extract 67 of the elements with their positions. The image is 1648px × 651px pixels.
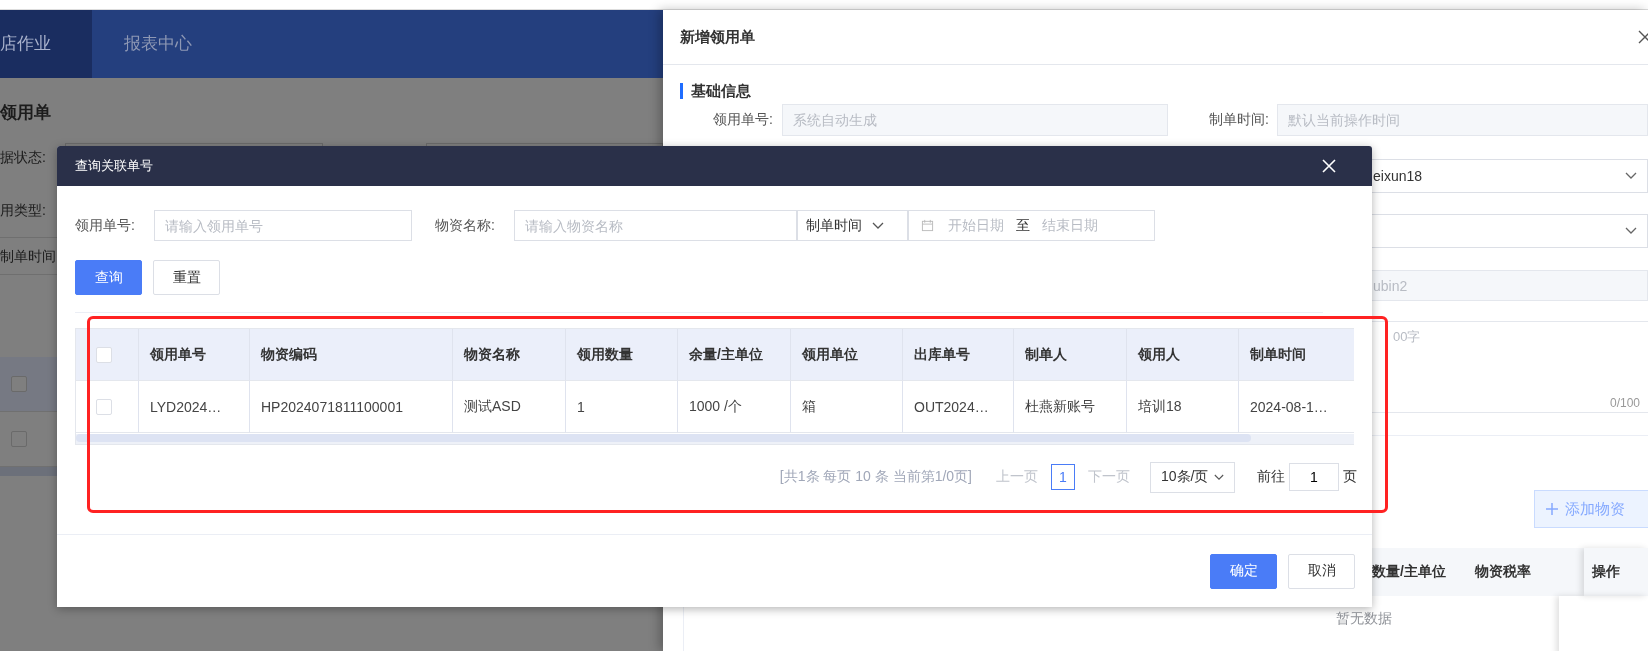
search-field[interactable]: 请输入领用单号: [154, 210, 412, 241]
field-label: 领用单号:: [712, 111, 773, 129]
select-all-checkbox[interactable]: [96, 346, 112, 363]
end-date-placeholder: 结束日期: [1042, 216, 1098, 235]
character-counter: 0/100: [1609, 396, 1640, 410]
action-button[interactable]: 取消: [1288, 553, 1355, 589]
calendar-icon: [921, 219, 934, 232]
date-type-select[interactable]: 制单时间: [797, 210, 908, 241]
date-range-field[interactable]: 开始日期 至 结束日期: [908, 210, 1155, 241]
row-checkbox[interactable]: [11, 376, 27, 392]
column-header: 领用单号: [150, 345, 206, 364]
page-size-select[interactable]: 10条/页: [1150, 461, 1235, 493]
add-item-button[interactable]: 添加物资: [1534, 490, 1648, 528]
range-separator: 至: [1016, 216, 1030, 235]
section-title: 基础信息: [680, 83, 751, 99]
table-cell: HP2024071811100001: [261, 398, 403, 415]
column-header: 物资名称: [464, 345, 520, 364]
nav-tab[interactable]: 店作业: [0, 10, 92, 78]
action-button[interactable]: 查询: [75, 260, 142, 295]
filter-label: 据状态:: [0, 148, 47, 167]
page-number[interactable]: 1: [1051, 464, 1075, 490]
placeholder-text: 00字: [1393, 328, 1421, 346]
nav-tab[interactable]: 报表中心: [92, 10, 224, 78]
table-cell: 测试ASD: [464, 397, 521, 416]
page-title: 领用单: [0, 102, 52, 124]
column-header: 领用数量: [577, 345, 633, 364]
table-cell: 杜燕新账号: [1025, 397, 1095, 416]
start-date-placeholder: 开始日期: [948, 216, 1004, 235]
chevron-down-icon: [872, 221, 884, 230]
field-label: 制单时间:: [1208, 111, 1269, 129]
filter-label: 制单时间: [0, 248, 56, 264]
action-button[interactable]: 重置: [153, 260, 220, 295]
drawer-title: 新增领用单: [680, 27, 755, 47]
table-cell: LYD2024…: [150, 398, 222, 415]
table-cell: OUT2024…: [914, 398, 989, 415]
column-header: 物资编码: [261, 345, 317, 364]
plus-icon: [1545, 502, 1559, 516]
column-header: 数量/主单位: [1372, 563, 1447, 581]
table-cell: 2024-08-1…: [1250, 398, 1328, 415]
filter-label: 物资名称:: [435, 216, 496, 235]
column-header: 制单人: [1025, 345, 1067, 364]
jump-label: 前往: [1257, 468, 1285, 486]
column-header: 操作: [1592, 563, 1620, 581]
column-header: 制单时间: [1250, 345, 1306, 364]
filter-label: 用类型:: [0, 201, 47, 220]
column-header: 出库单号: [914, 345, 970, 364]
column-header: 领用人: [1138, 345, 1180, 364]
column-header: 余量/主单位: [689, 345, 763, 364]
column-header: 物资税率: [1475, 563, 1532, 581]
horizontal-scrollbar[interactable]: [76, 434, 1354, 444]
pagination-summary: [共1条 每页 10 条 当前第1/0页]: [779, 468, 972, 486]
chevron-down-icon: [1214, 473, 1225, 481]
table-cell: 1000 /个: [689, 397, 742, 416]
table-cell: 箱: [802, 397, 816, 416]
chevron-down-icon: [1625, 227, 1637, 235]
table-cell: 1: [577, 398, 585, 415]
empty-text: 暂无数据: [1336, 610, 1393, 628]
search-field[interactable]: 请输入物资名称: [514, 210, 797, 241]
chevron-down-icon: [1625, 172, 1637, 180]
table-cell: 培训18: [1138, 397, 1182, 416]
close-icon[interactable]: [1638, 30, 1648, 44]
column-header: 领用单位: [802, 345, 858, 364]
page-jump-field[interactable]: 1: [1289, 463, 1339, 491]
page-unit-label: 页: [1343, 468, 1357, 486]
action-button[interactable]: 确定: [1210, 553, 1277, 589]
filter-label: 领用单号:: [75, 216, 136, 235]
dialog-title: 查询关联单号: [75, 157, 153, 175]
